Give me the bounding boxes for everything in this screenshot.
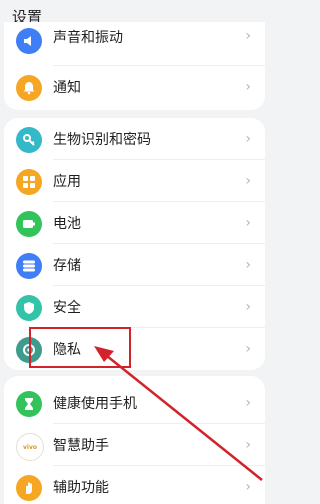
chevron-right-icon: › bbox=[245, 479, 251, 495]
settings-item-storage[interactable]: 存储 › bbox=[4, 244, 265, 286]
settings-group-sound-notify: 声音和振动 › 通知 › bbox=[4, 22, 265, 110]
vivo-icon: vivo bbox=[16, 433, 44, 461]
chevron-right-icon: › bbox=[245, 79, 251, 95]
speaker-icon bbox=[16, 28, 42, 54]
settings-item-digital-wellbeing[interactable]: 健康使用手机 › bbox=[4, 382, 265, 424]
battery-label: 电池 bbox=[53, 216, 81, 232]
chevron-right-icon: › bbox=[245, 215, 251, 231]
settings-item-biometrics[interactable]: 生物识别和密码 › bbox=[4, 118, 265, 160]
chevron-right-icon: › bbox=[245, 437, 251, 453]
chevron-right-icon: › bbox=[245, 341, 251, 357]
chevron-right-icon: › bbox=[245, 257, 251, 273]
sound-label: 声音和振动 bbox=[53, 30, 123, 46]
accessibility-label: 辅助功能 bbox=[53, 480, 109, 496]
smart-assistant-label: 智慧助手 bbox=[53, 438, 109, 454]
hourglass-icon bbox=[16, 391, 42, 417]
highlight-box bbox=[29, 327, 131, 368]
shield-icon bbox=[16, 295, 42, 321]
hand-icon bbox=[16, 475, 42, 501]
chevron-right-icon: › bbox=[245, 28, 251, 44]
storage-label: 存储 bbox=[53, 258, 81, 274]
biometrics-label: 生物识别和密码 bbox=[53, 132, 151, 148]
settings-item-apps[interactable]: 应用 › bbox=[4, 160, 265, 202]
notification-label: 通知 bbox=[53, 80, 81, 96]
bell-icon bbox=[16, 75, 42, 101]
security-label: 安全 bbox=[53, 300, 81, 316]
settings-item-accessibility[interactable]: 辅助功能 › bbox=[4, 466, 265, 504]
settings-item-smart-assistant[interactable]: vivo 智慧助手 › bbox=[4, 424, 265, 466]
chevron-right-icon: › bbox=[245, 395, 251, 411]
apps-grid-icon bbox=[16, 169, 42, 195]
settings-item-sound[interactable]: 声音和振动 › bbox=[4, 24, 265, 66]
key-icon bbox=[16, 127, 42, 153]
digital-wellbeing-label: 健康使用手机 bbox=[53, 396, 137, 412]
settings-item-battery[interactable]: 电池 › bbox=[4, 202, 265, 244]
chevron-right-icon: › bbox=[245, 173, 251, 189]
settings-item-notification[interactable]: 通知 › bbox=[4, 66, 265, 108]
settings-item-security[interactable]: 安全 › bbox=[4, 286, 265, 328]
settings-group-assist: 健康使用手机 › vivo 智慧助手 › 辅助功能 › bbox=[4, 376, 265, 504]
battery-icon bbox=[16, 211, 42, 237]
apps-label: 应用 bbox=[53, 174, 81, 190]
chevron-right-icon: › bbox=[245, 299, 251, 315]
storage-icon bbox=[16, 253, 42, 279]
chevron-right-icon: › bbox=[245, 131, 251, 147]
